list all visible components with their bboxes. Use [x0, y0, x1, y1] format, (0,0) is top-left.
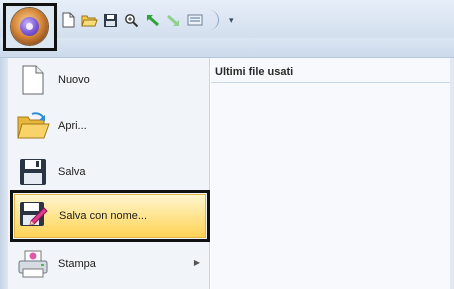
menu-item-save[interactable]: Salva — [14, 150, 206, 194]
quick-access-toolbar: ▾ — [60, 9, 234, 31]
save-as-highlight — [10, 190, 210, 242]
new-document-icon[interactable] — [60, 12, 77, 29]
floppy-disk-icon[interactable] — [102, 12, 119, 29]
application-menu-button[interactable] — [11, 8, 48, 45]
redo-icon[interactable] — [165, 12, 182, 29]
menu-item-new[interactable]: Nuovo — [14, 58, 206, 102]
menu-item-open[interactable]: Apri... — [14, 104, 206, 148]
open-folder-icon — [16, 108, 50, 144]
menu-item-print[interactable]: Stampa ▶ — [14, 242, 206, 286]
undo-icon[interactable] — [144, 12, 161, 29]
menu-left-border — [0, 58, 8, 289]
qat-customize-dropdown[interactable]: ▾ — [229, 15, 234, 26]
menu-item-label: Nuovo — [58, 74, 90, 86]
ribbon-strip — [0, 38, 454, 58]
app-logo-icon — [20, 17, 39, 36]
menu-item-label: Salva — [58, 166, 86, 178]
right-edge — [450, 58, 454, 289]
recent-files-pane: Ultimi file usati — [211, 58, 454, 289]
open-folder-icon[interactable] — [81, 12, 98, 29]
menu-item-label: Apri... — [58, 120, 87, 132]
printer-icon — [16, 246, 50, 282]
recent-files-title: Ultimi file usati — [215, 66, 294, 78]
menu-item-label: Stampa — [58, 258, 96, 270]
qat-separator — [209, 10, 219, 30]
floppy-disk-icon — [16, 154, 50, 190]
recent-files-divider — [211, 82, 454, 83]
application-button-highlight — [3, 3, 57, 51]
submenu-arrow-icon: ▶ — [193, 258, 200, 267]
new-document-icon — [16, 62, 50, 98]
display-icon[interactable] — [186, 12, 203, 29]
zoom-icon[interactable] — [123, 12, 140, 29]
